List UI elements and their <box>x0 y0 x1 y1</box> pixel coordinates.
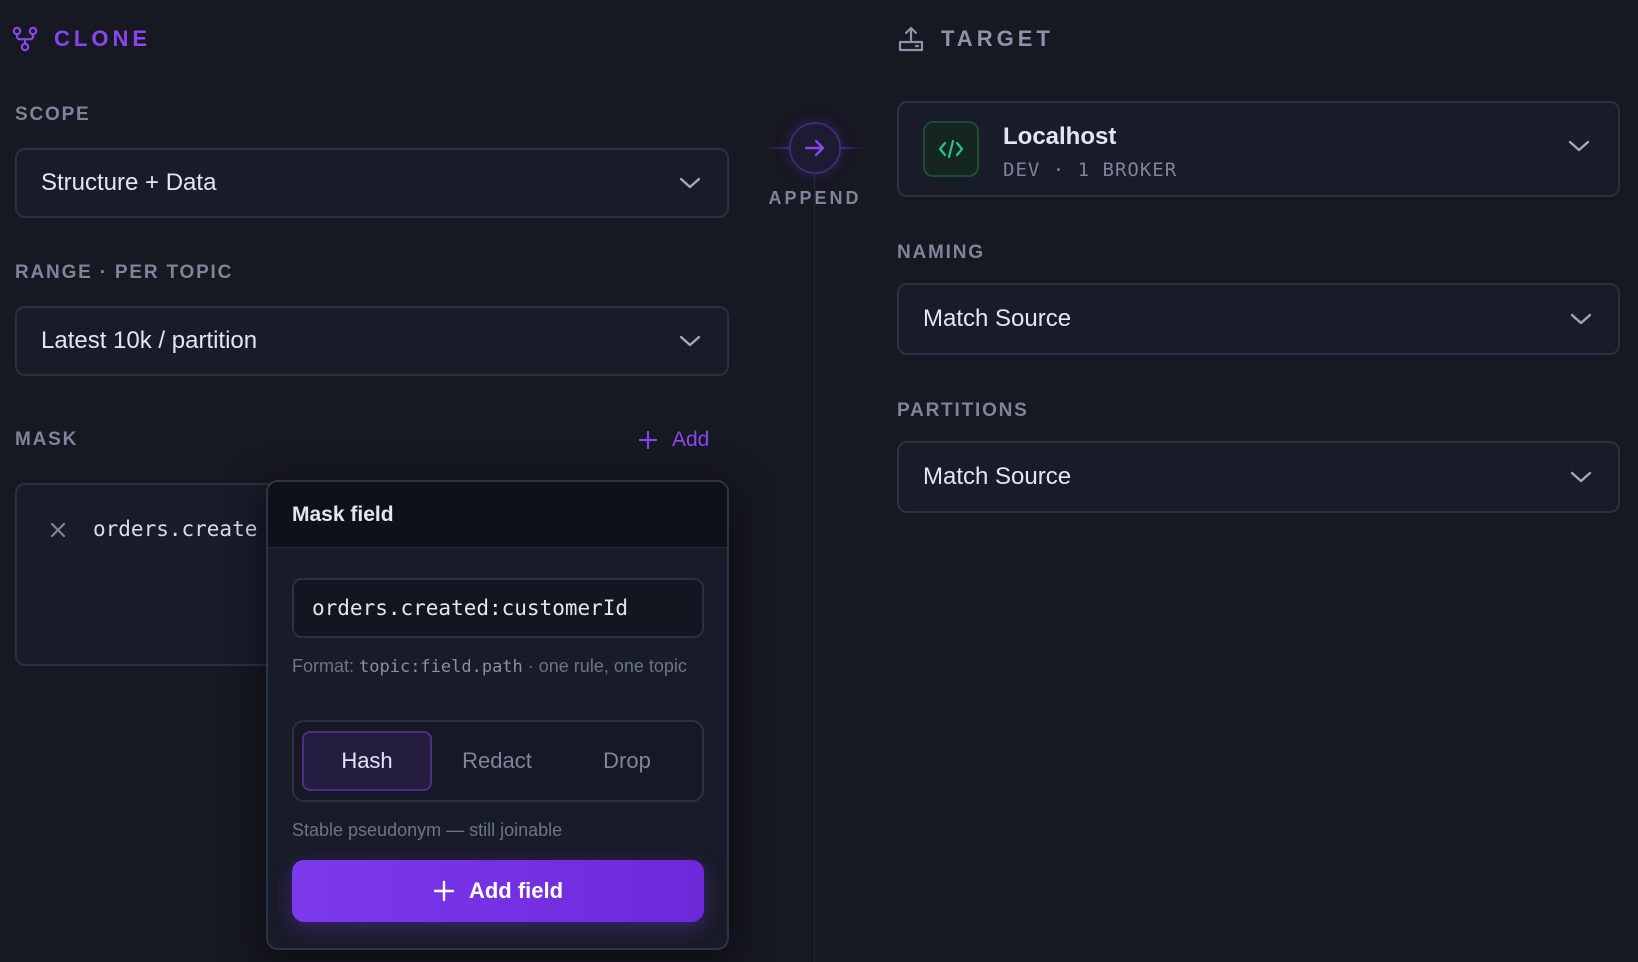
target-select[interactable]: Localhost DEV · 1 BROKER <box>897 101 1620 197</box>
add-field-button[interactable]: Add field <box>292 860 704 922</box>
connector-label: APPEND <box>768 188 862 208</box>
mask-mode-segmented-control: Hash Redact Drop <box>292 720 704 802</box>
naming-label: NAMING <box>897 242 985 263</box>
mode-hash-button[interactable]: Hash <box>302 731 432 791</box>
naming-value: Match Source <box>923 305 1072 332</box>
target-meta: DEV · 1 BROKER <box>1003 159 1178 181</box>
mask-path: orders.create <box>93 517 258 541</box>
format-hint-code: topic:field.path <box>359 657 523 677</box>
partitions-label: PARTITIONS <box>897 400 1029 421</box>
target-name: Localhost <box>1003 123 1117 150</box>
target-header: TARGET <box>897 22 1054 56</box>
arrow-right-icon <box>804 139 825 157</box>
remove-mask-button[interactable] <box>49 521 67 544</box>
mask-label: MASK <box>15 429 79 450</box>
mode-drop-button[interactable]: Drop <box>562 731 692 791</box>
mode-redact-button[interactable]: Redact <box>432 731 562 791</box>
scope-select[interactable]: Structure + Data <box>15 148 729 218</box>
column-divider <box>814 160 815 962</box>
mask-field-input[interactable] <box>292 578 704 638</box>
add-field-label: Add field <box>468 878 564 903</box>
add-mask-button[interactable]: Add <box>638 424 709 456</box>
chevron-down-icon <box>679 177 701 189</box>
target-title: TARGET <box>941 26 1054 51</box>
add-mask-label: Add <box>672 428 710 451</box>
naming-select[interactable]: Match Source <box>897 283 1620 355</box>
connector-node <box>789 122 841 174</box>
partitions-value: Match Source <box>923 463 1072 490</box>
plus-icon <box>433 880 455 902</box>
upload-tray-icon <box>897 25 925 53</box>
range-value: Latest 10k / partition <box>41 327 258 354</box>
format-hint: Format: topic:field.path · one rule, one… <box>292 654 704 680</box>
scope-label: SCOPE <box>15 104 91 125</box>
partitions-select[interactable]: Match Source <box>897 441 1620 513</box>
format-hint-prefix: Format: <box>292 656 360 676</box>
plus-icon <box>638 430 658 450</box>
code-icon <box>923 121 979 177</box>
chevron-down-icon <box>1570 471 1592 483</box>
chevron-down-icon <box>679 335 701 347</box>
clone-config-screen: CLONE SCOPE Structure + Data RANGE · PER… <box>0 0 1638 962</box>
clone-header: CLONE <box>12 22 151 56</box>
chevron-down-icon <box>1570 313 1592 325</box>
scope-value: Structure + Data <box>41 169 217 196</box>
clone-title: CLONE <box>54 26 151 51</box>
popover-title: Mask field <box>268 482 727 548</box>
range-select[interactable]: Latest 10k / partition <box>15 306 729 376</box>
mask-field-popover: Mask field Format: topic:field.path · on… <box>266 480 729 950</box>
close-icon <box>50 522 66 538</box>
chevron-down-icon <box>1568 140 1590 152</box>
mode-description: Stable pseudonym — still joinable <box>292 820 563 840</box>
format-hint-suffix: · one rule, one topic <box>522 656 687 676</box>
range-label: RANGE · PER TOPIC <box>15 262 234 283</box>
branch-fork-icon <box>12 26 38 52</box>
